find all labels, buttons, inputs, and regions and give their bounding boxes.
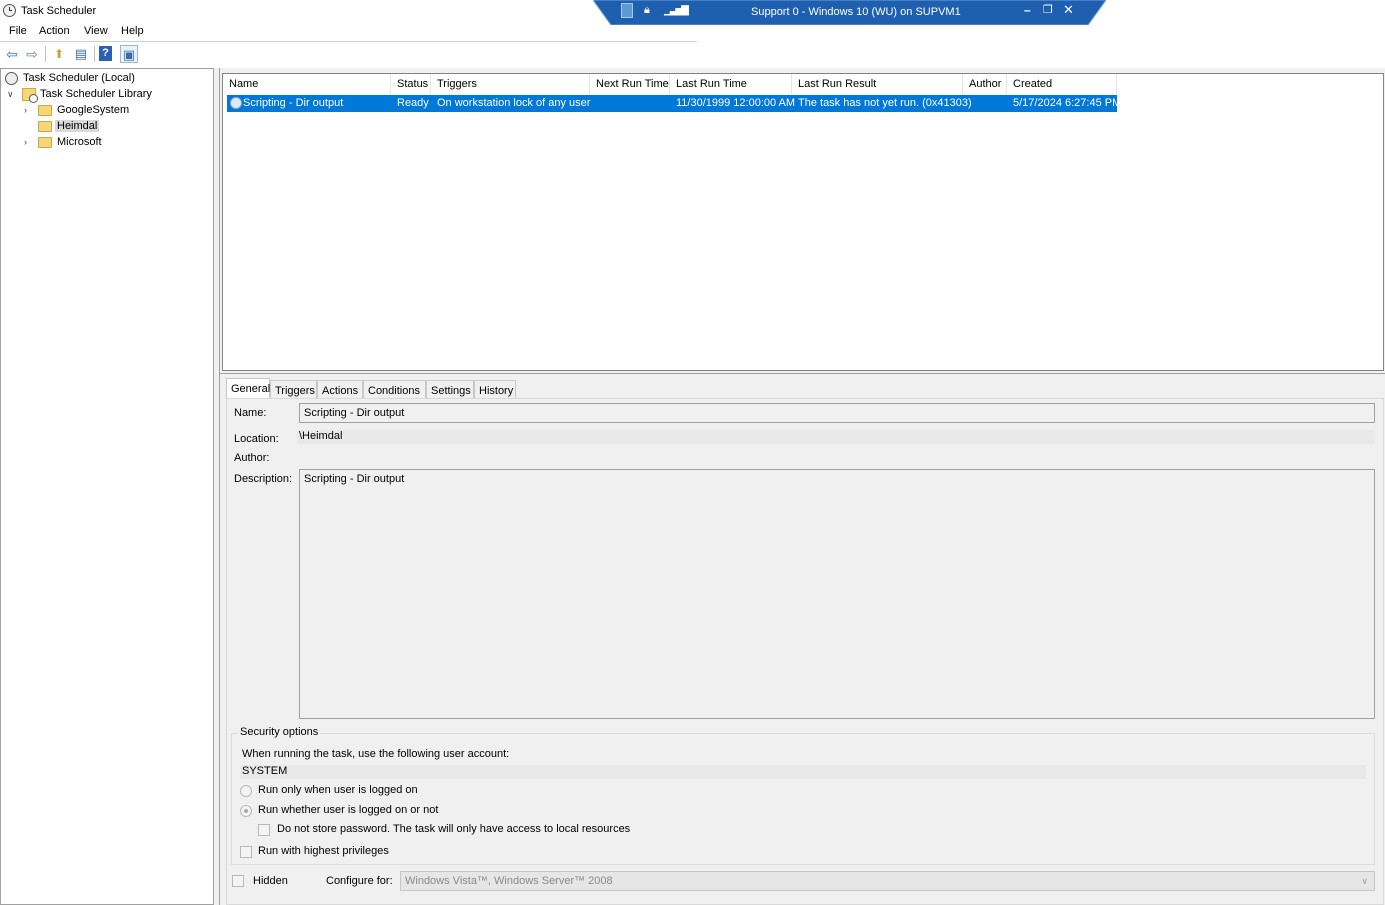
run-only-logged-on-label[interactable]: Run only when user is logged on bbox=[258, 784, 418, 796]
task-details-panel: General Triggers Actions Conditions Sett… bbox=[222, 378, 1384, 905]
do-not-store-password-checkbox[interactable] bbox=[258, 824, 270, 836]
menu-help[interactable]: Help bbox=[121, 25, 144, 37]
menu-file[interactable]: File bbox=[9, 25, 27, 37]
chevron-right-icon[interactable]: › bbox=[24, 105, 27, 115]
cell-author bbox=[963, 95, 969, 112]
cell-last-run-result: The task has not yet run. (0x41303) bbox=[798, 97, 972, 109]
tab-triggers[interactable]: Triggers bbox=[270, 380, 317, 400]
description-label: Description: bbox=[234, 473, 293, 485]
cell-created: 5/17/2024 6:27:45 PM bbox=[1013, 97, 1122, 109]
menu-action[interactable]: Action bbox=[39, 25, 70, 37]
tree-item-googlesystem[interactable]: › GoogleSystem bbox=[21, 103, 211, 119]
tab-actions[interactable]: Actions bbox=[317, 380, 363, 400]
column-header-status[interactable]: Status bbox=[391, 74, 431, 94]
rdp-title: Support 0 - Windows 10 (WU) on SUPVM1 bbox=[751, 6, 961, 18]
menu-view[interactable]: View bbox=[84, 25, 108, 37]
run-highest-privileges-label[interactable]: Run with highest privileges bbox=[258, 845, 389, 857]
table-row[interactable]: Scripting - Dir output Ready On workstat… bbox=[227, 95, 1121, 112]
tab-general[interactable]: General bbox=[226, 378, 270, 400]
toolbar: ⇦ ⇨ ⬆ ▤ ? ▣ bbox=[0, 41, 697, 65]
navigation-tree[interactable]: Task Scheduler (Local) ∨ Task Scheduler … bbox=[0, 68, 214, 905]
column-header-triggers[interactable]: Triggers bbox=[431, 74, 590, 94]
location-label: Location: bbox=[234, 433, 279, 445]
column-header-last-run-time[interactable]: Last Run Time bbox=[670, 74, 792, 94]
up-folder-icon[interactable]: ⬆ bbox=[50, 45, 68, 63]
content-pane: Name Status Triggers Next Run Time Last … bbox=[219, 68, 1385, 905]
run-whether-logged-on-radio[interactable] bbox=[240, 805, 252, 817]
column-header-next-run-time[interactable]: Next Run Time bbox=[590, 74, 670, 94]
column-header-author[interactable]: Author bbox=[963, 74, 1007, 94]
task-list-header: Name Status Triggers Next Run Time Last … bbox=[223, 74, 1383, 94]
help-icon[interactable]: ? bbox=[99, 46, 112, 61]
run-only-logged-on-radio[interactable] bbox=[240, 785, 252, 797]
general-tab-page: Name: Scripting - Dir output Location: \… bbox=[226, 398, 1384, 905]
folder-icon bbox=[38, 137, 52, 148]
tab-conditions[interactable]: Conditions bbox=[363, 380, 426, 400]
run-highest-privileges-checkbox[interactable] bbox=[240, 846, 252, 858]
description-field[interactable]: Scripting - Dir output bbox=[299, 469, 1375, 719]
chevron-down-icon: ∨ bbox=[1361, 876, 1368, 886]
column-header-created[interactable]: Created bbox=[1007, 74, 1117, 94]
cell-status: Ready bbox=[397, 97, 429, 109]
toolbar-separator bbox=[94, 46, 95, 62]
account-prompt: When running the task, use the following… bbox=[242, 748, 510, 760]
column-header-name[interactable]: Name bbox=[223, 74, 391, 94]
configure-for-dropdown[interactable]: Windows Vista™, Windows Server™ 2008 ∨ bbox=[400, 871, 1375, 891]
forward-arrow-icon[interactable]: ⇨ bbox=[23, 45, 41, 63]
author-label: Author: bbox=[234, 452, 270, 464]
tree-item-label: Microsoft bbox=[57, 136, 102, 148]
rdp-close-button[interactable]: ✕ bbox=[1063, 2, 1074, 18]
tree-item-task-scheduler-library[interactable]: ∨ Task Scheduler Library bbox=[5, 87, 205, 103]
tree-item-label: Heimdal bbox=[55, 120, 100, 132]
properties-icon[interactable]: ▣ bbox=[120, 45, 138, 63]
tree-item-label: Task Scheduler Library bbox=[40, 88, 152, 100]
rdp-restore-button[interactable]: ❐ bbox=[1043, 3, 1053, 16]
rdp-connection-bar[interactable]: 🔒︎ ▁▃▅▇ Support 0 - Windows 10 (WU) on S… bbox=[593, 0, 1106, 25]
window-title: Task Scheduler bbox=[21, 5, 97, 17]
folder-icon bbox=[38, 121, 52, 132]
library-folder-icon bbox=[22, 88, 38, 103]
tab-settings[interactable]: Settings bbox=[426, 380, 474, 400]
hidden-label[interactable]: Hidden bbox=[253, 875, 288, 887]
rdp-minimize-button[interactable]: – bbox=[1024, 3, 1031, 17]
run-whether-logged-on-label[interactable]: Run whether user is logged on or not bbox=[258, 804, 438, 816]
chevron-right-icon[interactable]: › bbox=[24, 137, 27, 147]
show-hide-tree-icon[interactable]: ▤ bbox=[72, 45, 90, 63]
folder-icon bbox=[38, 105, 52, 116]
tree-item-task-scheduler-local[interactable]: Task Scheduler (Local) bbox=[5, 71, 205, 87]
tree-item-heimdal[interactable]: Heimdal bbox=[21, 119, 211, 135]
back-arrow-icon[interactable]: ⇦ bbox=[3, 45, 21, 63]
lock-icon: 🔒︎ bbox=[644, 4, 650, 16]
chevron-down-icon[interactable]: ∨ bbox=[7, 89, 14, 100]
tree-item-microsoft[interactable]: › Microsoft bbox=[21, 135, 211, 151]
name-label: Name: bbox=[234, 407, 267, 419]
task-scheduler-clock-icon bbox=[3, 4, 16, 17]
cell-last-run-time: 11/30/1999 12:00:00 AM bbox=[676, 97, 796, 109]
do-not-store-password-label[interactable]: Do not store password. The task will onl… bbox=[277, 823, 630, 835]
cell-name: Scripting - Dir output bbox=[243, 97, 344, 109]
user-account-value: SYSTEM bbox=[240, 765, 1366, 779]
tree-item-label: Task Scheduler (Local) bbox=[23, 72, 135, 84]
security-options-group: Security options When running the task, … bbox=[231, 726, 1375, 865]
clock-icon bbox=[5, 72, 18, 85]
configure-for-label: Configure for: bbox=[326, 875, 393, 887]
hidden-checkbox[interactable] bbox=[232, 875, 244, 887]
cell-next-run-time bbox=[590, 95, 596, 112]
location-value: \Heimdal bbox=[297, 430, 1375, 444]
cell-triggers: On workstation lock of any user bbox=[437, 97, 591, 109]
task-list[interactable]: Name Status Triggers Next Run Time Last … bbox=[222, 73, 1384, 371]
pin-icon[interactable] bbox=[621, 3, 633, 18]
tab-history[interactable]: History bbox=[474, 380, 516, 400]
name-field[interactable]: Scripting - Dir output bbox=[299, 403, 1375, 423]
toolbar-separator bbox=[45, 46, 46, 62]
author-value bbox=[297, 449, 1375, 463]
configure-for-value: Windows Vista™, Windows Server™ 2008 bbox=[405, 875, 613, 887]
column-header-last-run-result[interactable]: Last Run Result bbox=[792, 74, 963, 94]
tree-item-label: GoogleSystem bbox=[57, 104, 130, 116]
security-options-title: Security options bbox=[238, 726, 321, 738]
connection-signal-icon[interactable]: ▁▃▅▇ bbox=[664, 5, 689, 16]
